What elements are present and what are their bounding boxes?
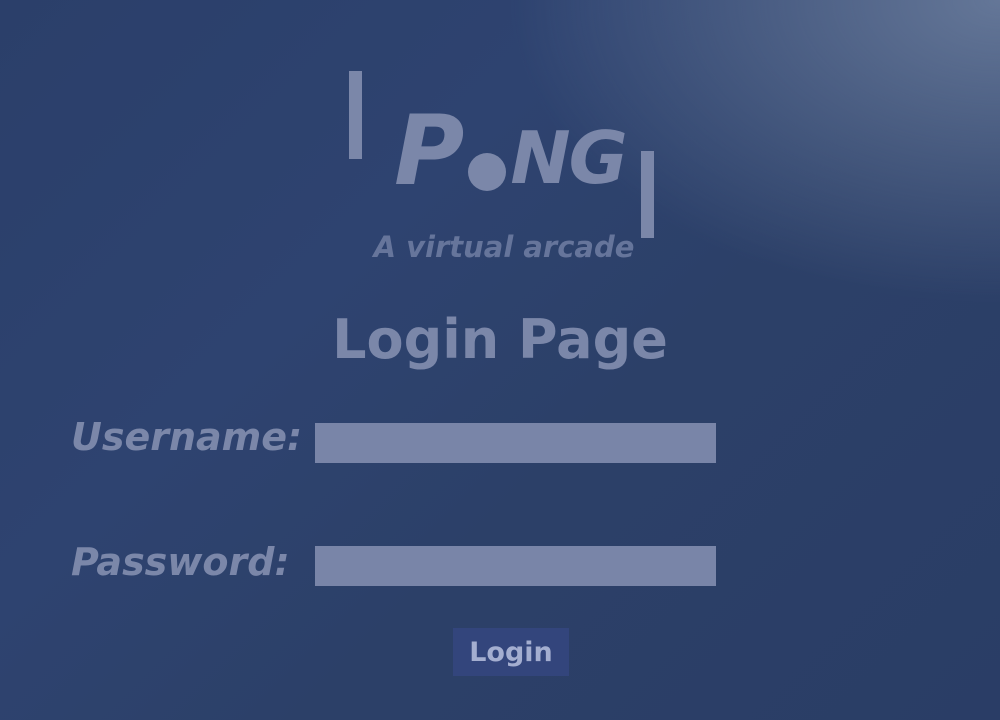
username-label: Username: bbox=[71, 415, 303, 459]
password-input[interactable] bbox=[315, 546, 716, 586]
pong-logo: P NG bbox=[394, 95, 628, 207]
logo-ball-icon bbox=[468, 153, 507, 191]
tagline: A virtual arcade bbox=[373, 230, 635, 264]
password-label: Password: bbox=[71, 540, 290, 584]
login-screen: P NG A virtual arcade Login Page Usernam… bbox=[0, 0, 1000, 720]
login-button[interactable]: Login bbox=[453, 628, 569, 676]
right-paddle-decoration bbox=[641, 151, 654, 238]
left-paddle-decoration bbox=[349, 71, 362, 159]
logo-letters-ng: NG bbox=[510, 116, 627, 200]
page-title: Login Page bbox=[332, 308, 668, 371]
logo-letter-p: P bbox=[394, 95, 464, 207]
username-input[interactable] bbox=[315, 423, 716, 463]
